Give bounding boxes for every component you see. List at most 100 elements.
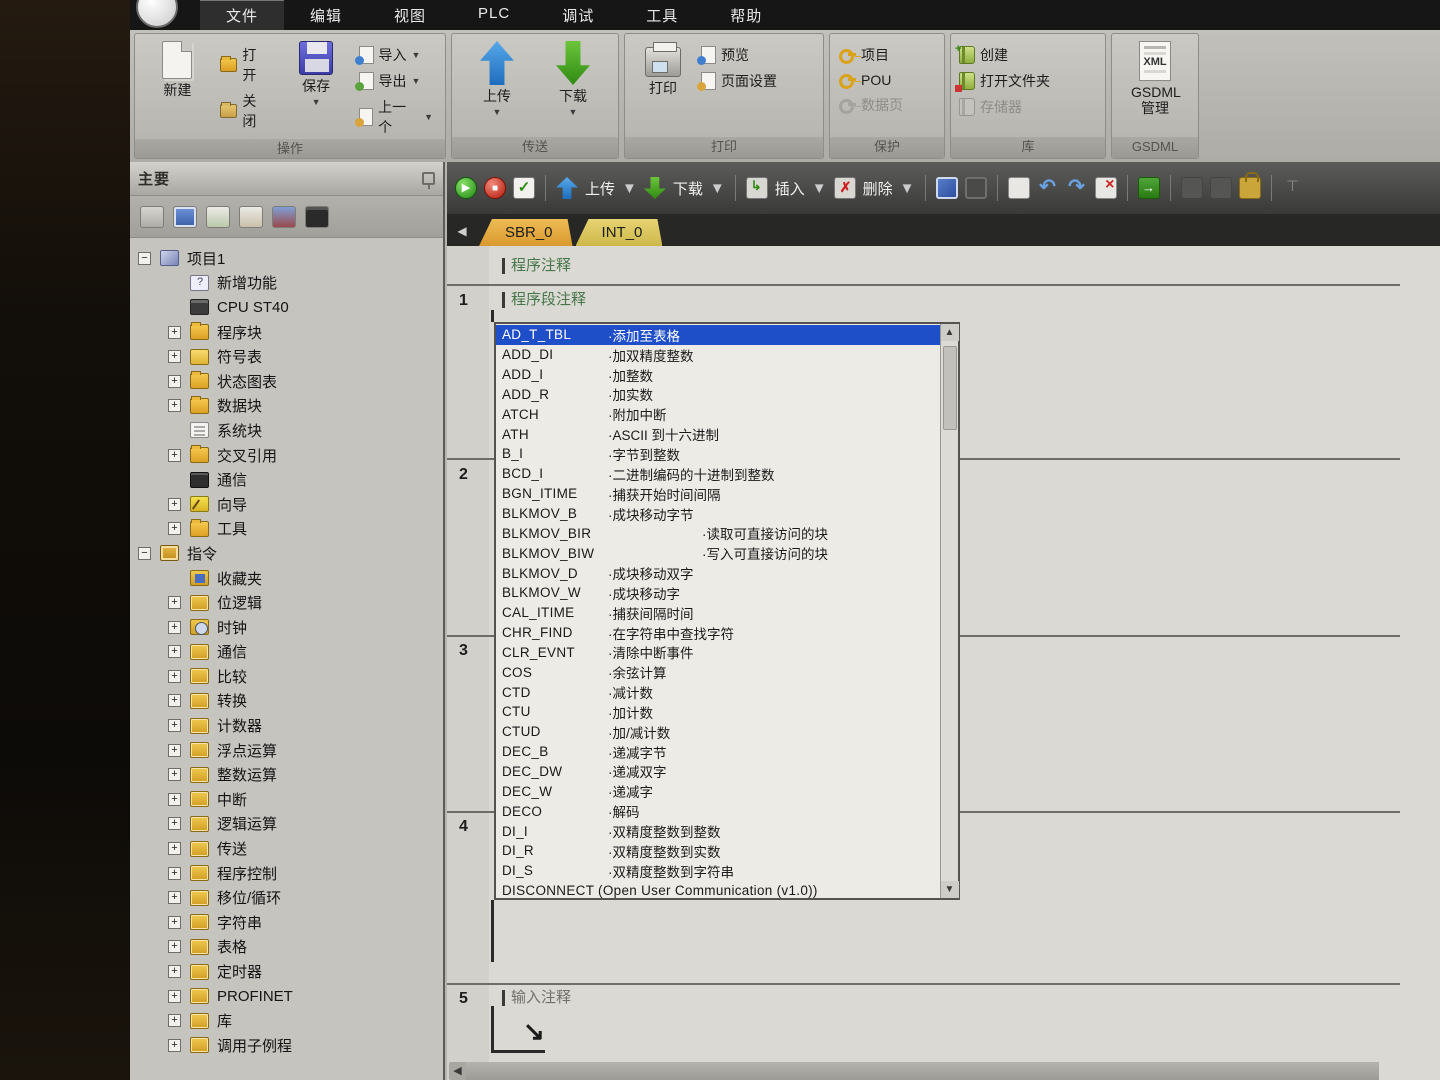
tree-item[interactable]: +工具: [130, 517, 443, 542]
tree-expander[interactable]: +: [168, 867, 181, 880]
download-toolbar-label[interactable]: 下载: [673, 178, 703, 199]
instruction-list-item[interactable]: CAL_ITIME·捕获间隔时间: [496, 603, 940, 623]
tree-expander[interactable]: +: [168, 990, 181, 1003]
library-open-folder-button[interactable]: 打开文件夹: [957, 69, 1056, 93]
cpu-view-icon[interactable]: [140, 206, 164, 228]
menu-tab-帮助[interactable]: 帮助: [704, 0, 788, 30]
menu-tab-调试[interactable]: 调试: [536, 0, 620, 30]
instruction-list-item[interactable]: DECO·解码: [496, 801, 940, 821]
redo-icon[interactable]: ↷: [1066, 177, 1088, 199]
list-scrollbar[interactable]: ▲ ▼: [940, 324, 958, 898]
editor-tab-SBR_0[interactable]: SBR_0: [479, 219, 573, 246]
gsdml-manage-button[interactable]: GSDML管理: [1118, 37, 1192, 137]
scroll-up-icon[interactable]: ▲: [941, 324, 959, 341]
previous-button[interactable]: 上一个▼: [357, 95, 440, 139]
tree-item[interactable]: +系统块: [130, 418, 443, 443]
status-chart-view-icon[interactable]: [206, 206, 230, 228]
tree-item[interactable]: +新增功能: [130, 271, 443, 296]
tree-item[interactable]: +数据块: [130, 394, 443, 419]
download-toolbar-icon[interactable]: [644, 177, 666, 199]
tree-expander[interactable]: −: [138, 252, 151, 265]
tree-item[interactable]: +位逻辑: [130, 590, 443, 615]
tree-expander[interactable]: +: [168, 498, 181, 511]
run-icon[interactable]: ▶: [455, 177, 477, 199]
symbol-table-icon[interactable]: [936, 177, 958, 199]
cross-reference-view-icon[interactable]: [272, 206, 296, 228]
download-button[interactable]: 下载▼: [542, 37, 604, 137]
menu-tab-编辑[interactable]: 编辑: [284, 0, 368, 30]
tree-expander[interactable]: +: [168, 719, 181, 732]
tree-item[interactable]: +库: [130, 1008, 443, 1033]
page-setup-button[interactable]: 页面设置: [699, 69, 783, 93]
save-button[interactable]: 保存 ▼: [280, 37, 353, 139]
preview-button[interactable]: 预览: [699, 43, 783, 67]
instruction-list-item[interactable]: CTD·减计数: [496, 682, 940, 702]
tree-expander[interactable]: +: [168, 744, 181, 757]
instruction-list-item[interactable]: ADD_DI·加双精度整数: [496, 345, 940, 365]
instruction-list-item[interactable]: DISCONNECT (Open User Communication (v1.…: [496, 881, 940, 898]
instruction-list-item[interactable]: CHR_FIND·在字符串中查找字符: [496, 623, 940, 643]
menu-tab-视图[interactable]: 视图: [368, 0, 452, 30]
tree-expander[interactable]: +: [168, 645, 181, 658]
tree-expander[interactable]: +: [168, 891, 181, 904]
export-button[interactable]: 导出▼: [357, 69, 440, 93]
instruction-list-item[interactable]: DEC_W·递减字: [496, 781, 940, 801]
upload-button[interactable]: 上传▼: [466, 37, 528, 137]
instruction-list-item[interactable]: COS·余弦计算: [496, 662, 940, 682]
undo-icon[interactable]: ↶: [1037, 177, 1059, 199]
tree-item[interactable]: +向导: [130, 492, 443, 517]
instruction-list-item[interactable]: CTU·加计数: [496, 702, 940, 722]
network-1-comment[interactable]: 程序段注释: [502, 292, 586, 308]
tree-expander[interactable]: +: [168, 694, 181, 707]
tree-expander[interactable]: +: [168, 670, 181, 683]
tree-item[interactable]: +转换: [130, 689, 443, 714]
scroll-down-icon[interactable]: ▼: [941, 881, 959, 898]
symbol-table-view-icon[interactable]: [173, 206, 197, 228]
insert-network-icon[interactable]: [746, 177, 768, 199]
tree-expander[interactable]: +: [168, 326, 181, 339]
instruction-list-item[interactable]: BLKMOV_D·成块移动双字: [496, 563, 940, 583]
tree-item[interactable]: +状态图表: [130, 369, 443, 394]
network-5-comment[interactable]: 输入注释: [502, 990, 571, 1006]
clear-icon[interactable]: [1095, 177, 1117, 199]
menu-tab-工具[interactable]: 工具: [620, 0, 704, 30]
tree-item[interactable]: +符号表: [130, 344, 443, 369]
menu-tab-文件[interactable]: 文件: [200, 0, 284, 30]
tree-item[interactable]: +程序控制: [130, 861, 443, 886]
instruction-list-item[interactable]: ADD_R·加实数: [496, 385, 940, 405]
upload-dropdown[interactable]: ▼: [622, 180, 637, 197]
tree-item[interactable]: +收藏夹: [130, 566, 443, 591]
delete-label[interactable]: 删除: [863, 178, 893, 199]
tree-expander[interactable]: +: [168, 842, 181, 855]
new-button[interactable]: 新建: [141, 37, 214, 139]
page-icon[interactable]: [1008, 177, 1030, 199]
tree-expander[interactable]: +: [168, 1039, 181, 1052]
instruction-list-item[interactable]: DEC_DW·递减双字: [496, 762, 940, 782]
tree-expander[interactable]: −: [138, 547, 151, 560]
tree-expander[interactable]: +: [168, 449, 181, 462]
tree-item[interactable]: +程序块: [130, 320, 443, 345]
menu-tab-PLC[interactable]: PLC: [452, 0, 536, 30]
tree-item[interactable]: +时钟: [130, 615, 443, 640]
tree-item[interactable]: +通信: [130, 467, 443, 492]
tree-item[interactable]: +PROFINET: [130, 984, 443, 1009]
library-create-button[interactable]: +创建: [957, 43, 1056, 67]
tree-expander[interactable]: +: [168, 375, 181, 388]
data-block-view-icon[interactable]: [239, 206, 263, 228]
tree-item[interactable]: +计数器: [130, 713, 443, 738]
editor-tab-INT_0[interactable]: INT_0: [576, 219, 663, 246]
instruction-list-item[interactable]: BLKMOV_W·成块移动字: [496, 583, 940, 603]
tree-item[interactable]: +移位/循环: [130, 885, 443, 910]
instruction-list-item[interactable]: AD_T_TBL·添加至表格: [496, 325, 940, 345]
protect-pou-button[interactable]: POU: [836, 69, 909, 91]
instruction-list-item[interactable]: DI_S·双精度整数到字符串: [496, 861, 940, 881]
tree-item[interactable]: +通信: [130, 640, 443, 665]
program-comment[interactable]: 程序注释: [502, 258, 571, 274]
tree-item[interactable]: +定时器: [130, 959, 443, 984]
instruction-list-item[interactable]: BCD_I·二进制编码的十进制到整数: [496, 464, 940, 484]
tree-expander[interactable]: +: [168, 940, 181, 953]
import-button[interactable]: 导入▼: [357, 43, 440, 67]
tree-item[interactable]: +逻辑运算: [130, 812, 443, 837]
instruction-list-item[interactable]: ATH·ASCII 到十六进制: [496, 424, 940, 444]
tree-expander[interactable]: +: [168, 350, 181, 363]
